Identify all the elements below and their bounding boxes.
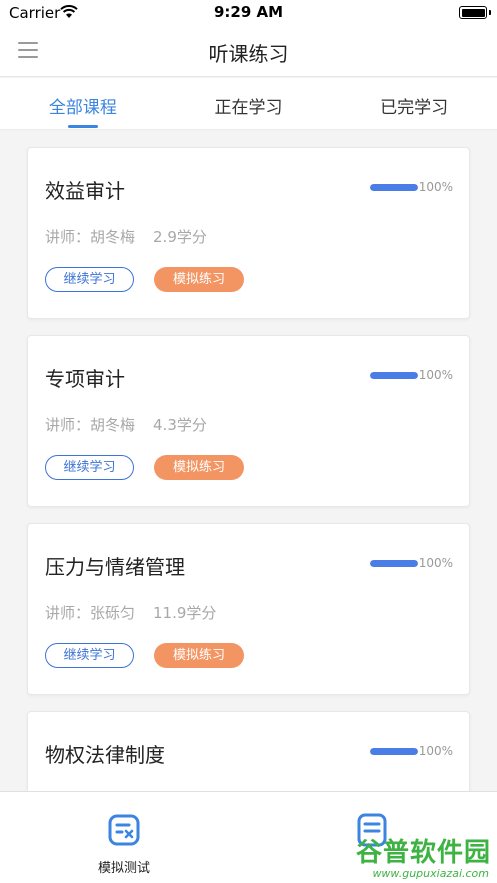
continue-learning-button[interactable]: 继续学习 xyxy=(45,267,134,292)
mock-test-icon xyxy=(108,814,140,846)
mock-practice-button[interactable]: 模拟练习 xyxy=(154,455,244,480)
page-title: 听课练习 xyxy=(208,42,289,66)
progress-indicator: 100% xyxy=(369,180,453,194)
status-bar: Carrier 9:29 AM xyxy=(0,0,497,26)
navigation-bar: 听课练习 xyxy=(0,26,497,77)
progress-track xyxy=(369,559,418,567)
tabbar-item-mock-test[interactable]: 模拟测试 xyxy=(0,792,248,883)
progress-fill xyxy=(369,559,418,567)
teacher-label: 讲师：张砾匀 xyxy=(45,604,136,622)
course-title: 物权法律制度 xyxy=(45,743,165,767)
course-meta: 讲师：胡冬梅 2.9学分 xyxy=(45,226,207,247)
mock-practice-button[interactable]: 模拟练习 xyxy=(154,643,244,668)
tab-completed[interactable]: 已完学习 xyxy=(331,78,497,129)
continue-learning-button[interactable]: 继续学习 xyxy=(45,643,134,668)
clock-label: 9:29 AM xyxy=(213,3,284,21)
watermark-text: 谷普软件园 xyxy=(355,838,491,868)
progress-fill xyxy=(369,183,418,191)
tab-label: 全部课程 xyxy=(48,98,117,118)
teacher-label: 讲师：胡冬梅 xyxy=(45,416,136,434)
progress-fill xyxy=(369,747,418,755)
course-tabs: 全部课程 正在学习 已完学习 xyxy=(0,78,497,130)
course-card[interactable]: 压力与情绪管理 100% 讲师：张砾匀 11.9学分 继续学习 模拟练习 xyxy=(27,523,470,695)
watermark-logo: 谷普软件园 www.gupuxiazai.com xyxy=(343,832,491,880)
active-tab-indicator xyxy=(67,125,98,128)
battery-tip xyxy=(489,10,491,15)
course-card[interactable]: 专项审计 100% 讲师：胡冬梅 4.3学分 继续学习 模拟练习 xyxy=(27,335,470,507)
continue-learning-button[interactable]: 继续学习 xyxy=(45,455,134,480)
course-title: 效益审计 xyxy=(45,179,125,203)
credits-label: 4.3学分 xyxy=(153,416,207,434)
progress-track xyxy=(369,371,418,379)
course-title: 压力与情绪管理 xyxy=(45,555,185,579)
progress-label: 100% xyxy=(418,368,453,382)
course-meta: 讲师：张砾匀 11.9学分 xyxy=(45,602,216,623)
tabbar-label: 模拟测试 xyxy=(97,861,150,876)
course-card[interactable]: 物权法律制度 100% xyxy=(27,711,470,791)
progress-fill xyxy=(369,371,418,379)
progress-label: 100% xyxy=(418,180,453,194)
progress-track xyxy=(369,183,418,191)
progress-indicator: 100% xyxy=(369,556,453,570)
credits-label: 2.9学分 xyxy=(153,228,207,246)
course-meta: 讲师：胡冬梅 4.3学分 xyxy=(45,414,207,435)
battery-icon xyxy=(459,6,487,19)
course-title: 专项审计 xyxy=(45,367,125,391)
bottom-tab-bar: 模拟测试 谷普软件园 www.gupuxiazai.com xyxy=(0,791,497,883)
course-list[interactable]: 效益审计 100% 讲师：胡冬梅 2.9学分 继续学习 模拟练习 专项审计 100… xyxy=(0,131,497,791)
progress-indicator: 100% xyxy=(369,368,453,382)
tab-label: 正在学习 xyxy=(214,98,283,118)
progress-track xyxy=(369,747,418,755)
progress-indicator: 100% xyxy=(369,744,453,758)
tab-label: 已完学习 xyxy=(380,98,449,118)
teacher-label: 讲师：胡冬梅 xyxy=(45,228,136,246)
credits-label: 11.9学分 xyxy=(153,604,217,622)
course-card[interactable]: 效益审计 100% 讲师：胡冬梅 2.9学分 继续学习 模拟练习 xyxy=(27,147,470,319)
screen: Carrier 9:29 AM 听课练习 全部课程 正在学习 已完学习 效益审计 xyxy=(0,0,497,883)
progress-label: 100% xyxy=(418,744,453,758)
tab-in-progress[interactable]: 正在学习 xyxy=(166,78,332,129)
watermark-url: www.gupuxiazai.com xyxy=(372,867,489,880)
mock-practice-button[interactable]: 模拟练习 xyxy=(154,267,244,292)
progress-label: 100% xyxy=(418,556,453,570)
tab-all-courses[interactable]: 全部课程 xyxy=(0,78,166,129)
